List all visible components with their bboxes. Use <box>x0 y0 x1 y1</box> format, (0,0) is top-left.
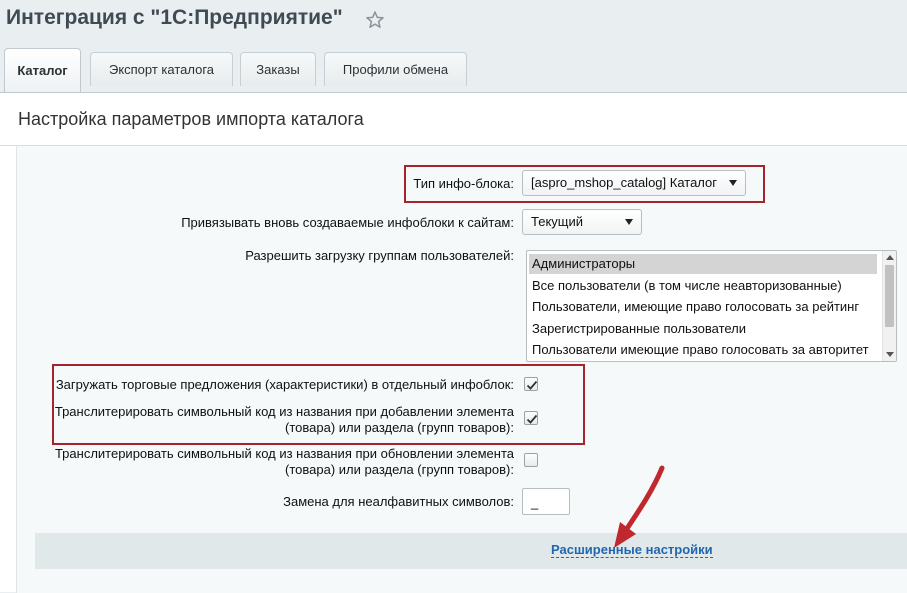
tab-label: Экспорт каталога <box>108 62 215 77</box>
advanced-settings-bar <box>35 533 907 569</box>
tab-export-catalog[interactable]: Экспорт каталога <box>90 52 233 86</box>
list-item[interactable]: Пользователи имеющие право голосовать за… <box>529 340 877 360</box>
tab-label: Каталог <box>17 63 68 78</box>
replace-char-label: Замена для неалфавитных символов: <box>283 494 514 509</box>
translit-update-label-line1: Транслитерировать символьный код из назв… <box>54 446 514 461</box>
list-item[interactable]: Все пользователи (в том числе неавторизо… <box>529 276 877 296</box>
translit-add-label: Транслитерировать символьный код из назв… <box>55 404 514 436</box>
section-title: Настройка параметров импорта каталога <box>18 109 364 129</box>
listbox-scrollbar[interactable] <box>882 251 896 361</box>
list-item[interactable]: Администраторы <box>529 254 877 274</box>
tab-orders[interactable]: Заказы <box>240 52 316 86</box>
translit-update-checkbox[interactable] <box>524 453 538 467</box>
scroll-down-icon[interactable] <box>886 352 894 357</box>
tab-label: Заказы <box>256 62 300 77</box>
iblock-type-label: Тип инфо-блока: <box>413 176 514 191</box>
arrow-annotation-icon <box>614 465 665 548</box>
tab-label: Профили обмена <box>342 62 449 77</box>
list-item[interactable]: Зарегистрированные пользователи <box>529 319 877 339</box>
replace-char-input[interactable]: _ <box>522 488 570 515</box>
offers-separate-label: Загружать торговые предложения (характер… <box>55 377 514 392</box>
translit-update-label: Транслитерировать символьный код из назв… <box>55 446 514 478</box>
checkmark-icon <box>526 414 538 424</box>
scrollbar-thumb[interactable] <box>885 265 894 327</box>
bind-sites-select[interactable]: Текущий <box>522 209 642 235</box>
chevron-down-icon <box>729 180 737 186</box>
page-title: Интеграция с "1С:Предприятие" <box>6 6 343 29</box>
chevron-down-icon <box>625 219 633 225</box>
checkmark-icon <box>526 380 538 390</box>
translit-add-label-line1: Транслитерировать символьный код из назв… <box>54 404 514 419</box>
list-item[interactable]: Пользователи, имеющие право голосовать з… <box>529 297 877 317</box>
bind-sites-label: Привязывать вновь создаваемые инфоблоки … <box>181 215 514 230</box>
translit-add-checkbox[interactable] <box>524 411 538 425</box>
star-icon[interactable] <box>365 10 385 30</box>
tab-catalog[interactable]: Каталог <box>4 48 81 92</box>
bind-sites-value: Текущий <box>531 214 583 229</box>
tab-exchange-profiles[interactable]: Профили обмена <box>324 52 467 86</box>
translit-add-label-line2: (товара) или раздела (групп товаров): <box>285 420 514 435</box>
user-groups-label: Разрешить загрузку группам пользователей… <box>245 248 514 263</box>
offers-separate-checkbox[interactable] <box>524 377 538 391</box>
iblock-type-value: [aspro_mshop_catalog] Каталог <box>531 175 718 190</box>
translit-update-label-line2: (товара) или раздела (групп товаров): <box>285 462 514 477</box>
form-area <box>16 146 907 593</box>
user-groups-listbox[interactable]: Администраторы Все пользователи (в том ч… <box>526 250 897 362</box>
section-header: Настройка параметров импорта каталога <box>0 93 907 146</box>
iblock-type-select[interactable]: [aspro_mshop_catalog] Каталог <box>522 170 746 196</box>
scroll-up-icon[interactable] <box>886 255 894 260</box>
